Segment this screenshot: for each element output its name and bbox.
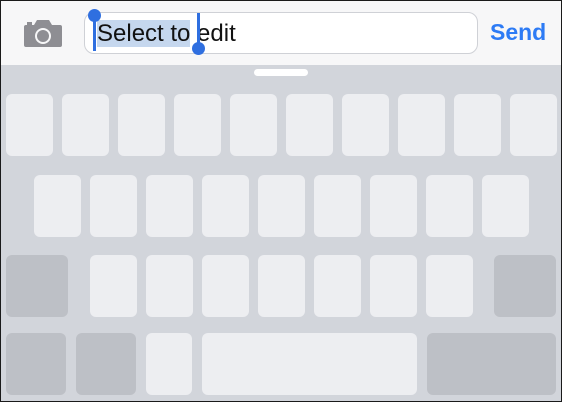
keyboard-key[interactable] — [342, 94, 389, 156]
shift-key[interactable] — [6, 255, 68, 317]
message-text-field[interactable]: Select to edit — [84, 9, 478, 55]
app-frame: Select to edit Send — [0, 0, 562, 402]
keyboard-key[interactable] — [118, 94, 165, 156]
keyboard — [1, 65, 561, 401]
keyboard-key[interactable] — [202, 255, 249, 317]
keyboard-key[interactable] — [62, 94, 109, 156]
keyboard-key[interactable] — [286, 94, 333, 156]
keyboard-key[interactable] — [314, 255, 361, 317]
keyboard-key[interactable] — [90, 175, 137, 237]
keyboard-key[interactable] — [370, 255, 417, 317]
selection-end-knob[interactable] — [192, 42, 205, 55]
keyboard-key[interactable] — [146, 175, 193, 237]
keyboard-key[interactable] — [6, 94, 53, 156]
keyboard-key[interactable] — [202, 175, 249, 237]
camera-icon — [24, 20, 62, 47]
message-text[interactable]: Select to edit — [97, 20, 236, 47]
keyboard-key[interactable] — [90, 255, 137, 317]
keyboard-key[interactable] — [258, 255, 305, 317]
keyboard-grabber-handle[interactable] — [254, 69, 308, 76]
keyboard-key[interactable] — [34, 175, 81, 237]
keyboard-key[interactable] — [426, 255, 473, 317]
keyboard-key[interactable] — [510, 94, 557, 156]
send-button[interactable]: Send — [490, 19, 546, 46]
keyboard-key[interactable] — [258, 175, 305, 237]
keyboard-key[interactable] — [174, 94, 221, 156]
selection-start-knob[interactable] — [88, 9, 101, 22]
keyboard-key[interactable] — [426, 175, 473, 237]
selection-start-handle[interactable] — [88, 9, 101, 51]
keyboard-key[interactable] — [454, 94, 501, 156]
globe-key[interactable] — [76, 333, 136, 395]
emoji-key[interactable] — [146, 333, 192, 395]
keyboard-key[interactable] — [482, 175, 529, 237]
camera-button[interactable] — [22, 17, 64, 49]
return-key[interactable] — [427, 333, 556, 395]
keyboard-key[interactable] — [146, 255, 193, 317]
keyboard-key[interactable] — [398, 94, 445, 156]
keyboard-key[interactable] — [314, 175, 361, 237]
space-key[interactable] — [202, 333, 417, 395]
keyboard-key[interactable] — [230, 94, 277, 156]
selection-end-handle[interactable] — [192, 13, 205, 55]
keyboard-key[interactable] — [370, 175, 417, 237]
numbers-key[interactable] — [6, 333, 66, 395]
selected-text: Select to — [97, 20, 191, 47]
message-input-bar: Select to edit Send — [1, 1, 561, 65]
delete-key[interactable] — [494, 255, 556, 317]
